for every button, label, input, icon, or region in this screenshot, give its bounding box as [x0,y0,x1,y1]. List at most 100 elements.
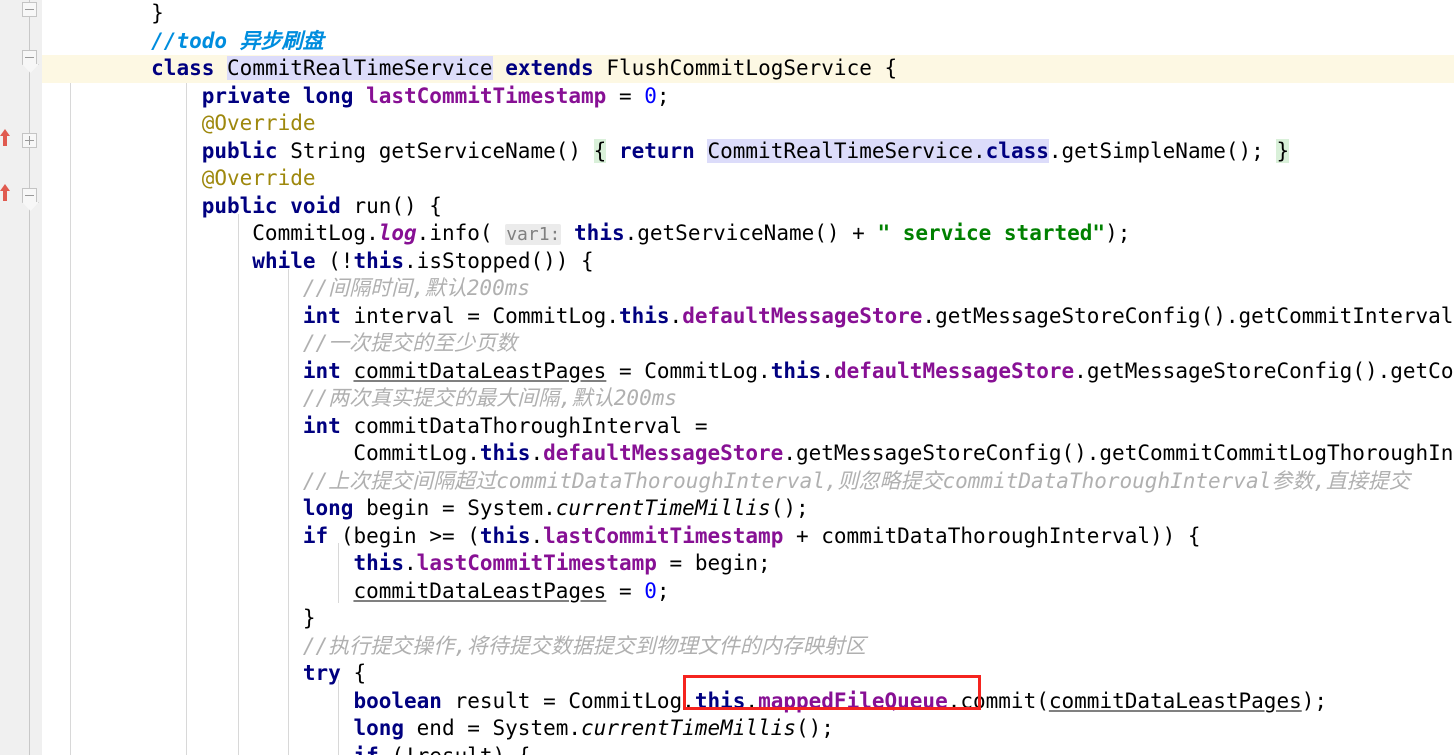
editor-gutter [0,0,18,755]
code-line[interactable]: //两次真实提交的最大间隔,默认200ms [42,385,1454,413]
code-token: CommitLog. [50,441,480,465]
code-line[interactable]: @Override [42,110,1454,138]
override-arrow-icon[interactable] [0,128,12,148]
code-token: { [593,138,607,163]
code-line[interactable]: @Override [42,165,1454,193]
code-text-area[interactable]: } //todo 异步刷盘 class CommitRealTimeServic… [42,0,1454,755]
fold-expand-plus-icon[interactable] [22,133,37,148]
code-line[interactable]: this.lastCommitTimestamp = begin; [42,550,1454,578]
code-line[interactable]: //间隔时间,默认200ms [42,275,1454,303]
code-line[interactable]: public void run() { [42,193,1454,221]
code-token: ); [1105,221,1131,245]
code-line[interactable]: //一次提交的至少页数 [42,330,1454,358]
code-token: = [606,578,645,603]
code-token: .isStopped()) { [404,248,594,273]
code-token: . [530,523,544,548]
code-token: . [745,688,759,713]
code-line[interactable]: int commitDataThoroughInterval = [42,413,1454,441]
code-line[interactable]: class CommitRealTimeService extends Flus… [42,55,1454,83]
code-token: this [618,303,670,328]
code-line[interactable]: CommitLog.this.defaultMessageStore.getMe… [42,440,1454,468]
fold-minus-bar [25,195,34,196]
code-line[interactable]: //todo 异步刷盘 [42,28,1454,56]
code-token: (begin >= ( [328,523,480,548]
code-token: { [340,661,367,685]
code-line[interactable]: //执行提交操作,将待提交数据提交到物理文件的内存映射区 [42,633,1454,661]
code-token: while [252,248,316,273]
code-token: //间隔时间,默认200ms [50,276,531,300]
fold-collapse-minus-icon[interactable] [22,2,37,17]
code-line[interactable]: } [42,605,1454,633]
code-token: mappedFileQueue [758,688,948,713]
code-token: lastCommitTimestamp [416,551,657,575]
code-token: lastCommitTimestamp [366,83,607,108]
code-token: //执行提交操作,将待提交数据提交到物理文件的内存映射区 [50,633,866,658]
code-token: ; [656,83,670,108]
code-token: this [574,221,625,245]
code-token: class [151,56,215,80]
code-token: (! [315,248,354,273]
code-token: . [973,138,986,163]
code-line[interactable]: CommitLog.log.info( var1: this.getServic… [42,220,1454,248]
code-token: defaultMessageStore [833,358,1075,383]
code-token: (); [770,496,809,520]
code-token: this [353,248,405,273]
code-editor[interactable]: } //todo 异步刷盘 class CommitRealTimeServic… [0,0,1454,755]
code-token: ; [656,578,670,603]
code-token: begin = System. [353,496,556,520]
code-token: 0 [644,83,657,108]
code-line[interactable]: long end = System.currentTimeMillis(); [42,715,1454,743]
fold-gutter[interactable] [18,0,42,755]
code-token: = [606,83,645,108]
code-line[interactable]: commitDataLeastPages = 0; [42,578,1454,606]
parameter-hint: var1: [505,224,562,245]
code-token: lastCommitTimestamp [543,523,784,548]
code-line[interactable]: long begin = System.currentTimeMillis(); [42,495,1454,523]
code-token: .getMessageStoreConfig().getCommitInterv… [922,303,1454,328]
code-token: . [530,441,544,465]
code-line[interactable]: //上次提交间隔超过commitDataThoroughInterval,则忽略… [42,468,1454,496]
code-token: } [50,1,164,25]
code-token: private long [201,83,354,108]
fold-collapse-region-end-icon[interactable] [22,188,37,203]
fold-minus-bar [25,57,34,58]
code-token: + commitDataThoroughInterval)) { [783,523,1201,548]
code-token: CommitRealTimeService [227,56,493,80]
code-token: commitDataLeastPages [1048,688,1302,713]
code-token: long [353,716,405,740]
code-token: //上次提交间隔超过commitDataThoroughInterval,则忽略… [50,468,1410,493]
code-token: @Override [50,166,316,190]
code-token: int [302,303,341,328]
code-token: this [770,358,822,383]
code-token: 0 [644,578,657,603]
code-token: . [404,551,417,575]
code-token: end = System. [404,716,582,740]
code-line[interactable]: int commitDataLeastPages = CommitLog.thi… [42,358,1454,386]
code-token: (!result) { [379,744,530,755]
fold-collapse-region-end-icon[interactable] [22,50,37,65]
code-line[interactable]: int interval = CommitLog.this.defaultMes… [42,303,1454,331]
code-line[interactable]: public String getServiceName() { return … [42,138,1454,166]
override-arrow-icon[interactable] [0,183,12,203]
code-token: this [694,688,746,713]
code-line[interactable]: boolean result = CommitLog.this.mappedFi… [42,688,1454,716]
code-line[interactable]: } [42,0,1454,28]
code-line[interactable]: while (!this.isStopped()) { [42,248,1454,276]
code-line[interactable]: private long lastCommitTimestamp = 0; [42,83,1454,111]
code-token: (); [795,716,834,740]
code-token: public [201,138,278,163]
code-line[interactable]: if (begin >= (this.lastCommitTimestamp +… [42,523,1454,551]
code-token: commitDataLeastPages [353,358,607,383]
code-line[interactable]: try { [42,660,1454,688]
code-token: defaultMessageStore [543,441,784,465]
code-line[interactable]: if (!result) { [42,743,1454,755]
code-token: @Override [50,111,316,135]
